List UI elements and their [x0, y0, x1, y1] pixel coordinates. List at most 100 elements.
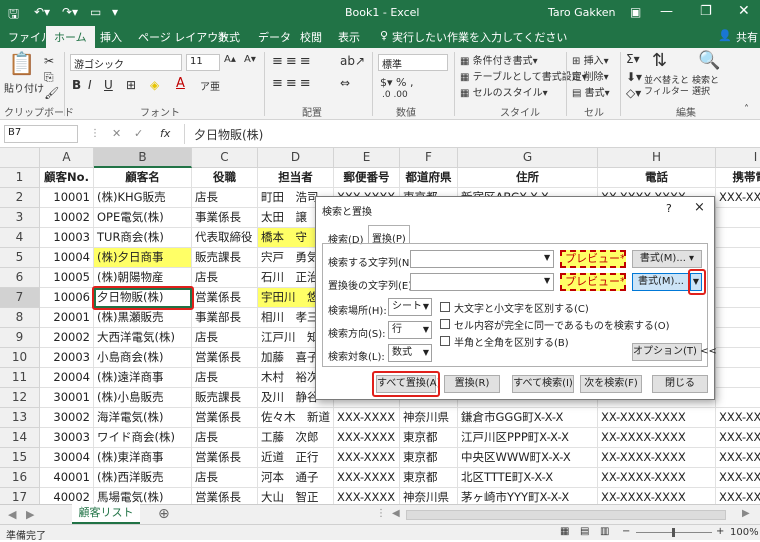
cell-styles-button[interactable]: ▦ セルのスタイル▾	[460, 84, 548, 99]
match-entire-checkbox[interactable]	[440, 319, 450, 329]
table-header-cell[interactable]: 顧客No.	[40, 168, 94, 188]
match-case-checkbox[interactable]	[440, 302, 450, 312]
ribbon-display-icon[interactable]: ▣	[630, 5, 641, 19]
table-cell[interactable]: (株)KHG販売	[94, 188, 192, 208]
replace-with-input[interactable]	[410, 273, 554, 291]
row-header[interactable]: 11	[0, 368, 40, 388]
table-cell[interactable]: XX-XXXX-XXXX	[598, 448, 716, 468]
table-cell[interactable]	[716, 328, 760, 348]
match-entire-label[interactable]: セル内容が完全に同一であるものを検索する(O)	[454, 317, 670, 332]
column-header[interactable]: F	[400, 148, 458, 168]
table-cell[interactable]: XXX-XXXX-XXXX	[716, 428, 760, 448]
save-icon[interactable]: 🖫	[8, 5, 19, 27]
underline-icon[interactable]: U	[104, 78, 113, 92]
look-in-select[interactable]: 数式 ▼	[388, 344, 432, 362]
number-format-combo[interactable]: 標準	[378, 54, 448, 71]
collapse-ribbon-icon[interactable]: ˄	[744, 104, 749, 115]
table-cell[interactable]: OPE電気(株)	[94, 208, 192, 228]
paste-icon[interactable]: 📋	[8, 52, 35, 77]
font-name-combo[interactable]: 游ゴシック	[70, 54, 182, 71]
table-cell[interactable]: 10003	[40, 228, 94, 248]
match-case-label[interactable]: 大文字と小文字を区別する(C)	[454, 300, 589, 315]
zoom-slider-thumb[interactable]	[672, 528, 675, 537]
find-what-input[interactable]	[410, 250, 554, 268]
table-cell[interactable]: 店長	[192, 428, 258, 448]
table-cell[interactable]: 店長	[192, 268, 258, 288]
table-cell[interactable]: (株)小島販売	[94, 388, 192, 408]
tab-home[interactable]: ホーム	[46, 26, 95, 48]
table-cell[interactable]: 大山 智正	[258, 488, 334, 504]
find-history-dropdown-icon[interactable]: ▼	[544, 253, 550, 262]
table-cell[interactable]: XXX-XXXX-XXXX	[716, 188, 760, 208]
search-direction-select[interactable]: 行 ▼	[388, 321, 432, 339]
table-cell[interactable]: XXX-XXXX-XXXX	[716, 448, 760, 468]
format-painter-icon[interactable]: 🖌	[44, 86, 59, 100]
share-icon[interactable]: 👤	[718, 29, 732, 42]
table-cell[interactable]	[716, 288, 760, 308]
options-button[interactable]: オプション(T) <<	[632, 343, 717, 361]
replace-format-button[interactable]: 書式(M)...	[632, 273, 690, 291]
row-header[interactable]: 16	[0, 468, 40, 488]
table-header-cell[interactable]: 住所	[458, 168, 598, 188]
column-header[interactable]: D	[258, 148, 334, 168]
table-cell[interactable]: 営業係長	[192, 348, 258, 368]
row-header[interactable]: 17	[0, 488, 40, 504]
table-header-cell[interactable]: 顧客名	[94, 168, 192, 188]
table-cell[interactable]: 鎌倉市GGG町X-X-X	[458, 408, 598, 428]
table-cell[interactable]: 東京都	[400, 448, 458, 468]
row-header[interactable]: 7	[0, 288, 40, 308]
table-cell[interactable]: 北区TTTE町X-X-X	[458, 468, 598, 488]
table-header-cell[interactable]: 担当者	[258, 168, 334, 188]
table-cell[interactable]: 10001	[40, 188, 94, 208]
row-header[interactable]: 14	[0, 428, 40, 448]
column-header[interactable]: E	[334, 148, 400, 168]
table-cell[interactable]: 営業係長	[192, 488, 258, 504]
table-cell[interactable]: XX-XXXX-XXXX	[598, 488, 716, 504]
find-format-button[interactable]: 書式(M)... ▾	[632, 250, 702, 268]
table-cell[interactable]: 20002	[40, 328, 94, 348]
maximize-icon[interactable]: ❐	[700, 4, 712, 19]
table-cell[interactable]: (株)黒瀬販売	[94, 308, 192, 328]
font-size-combo[interactable]: 11	[186, 54, 220, 71]
row-header[interactable]: 8	[0, 308, 40, 328]
table-cell[interactable]: 河本 通子	[258, 468, 334, 488]
table-cell[interactable]	[716, 368, 760, 388]
table-cell[interactable]: 販売課長	[192, 248, 258, 268]
replace-history-dropdown-icon[interactable]: ▼	[544, 276, 550, 285]
table-cell[interactable]: 大西洋電気(株)	[94, 328, 192, 348]
format-as-table-button[interactable]: ▦ テーブルとして書式設定▾	[460, 68, 587, 83]
table-cell[interactable]: 20003	[40, 348, 94, 368]
row-header[interactable]: 4	[0, 228, 40, 248]
table-cell[interactable]: 10006	[40, 288, 94, 308]
row-header[interactable]: 2	[0, 188, 40, 208]
align-left-icon[interactable]: ≡≡≡	[272, 76, 314, 91]
tell-me-box[interactable]: 実行したい作業を入力してください	[392, 29, 567, 45]
column-header[interactable]: B	[94, 148, 192, 168]
match-width-label[interactable]: 半角と全角を区別する(B)	[454, 334, 569, 349]
table-cell[interactable]	[716, 228, 760, 248]
table-cell[interactable]: 30002	[40, 408, 94, 428]
sort-filter-icon[interactable]: ⇅	[652, 50, 667, 71]
align-top-icon[interactable]: ≡≡≡	[272, 54, 314, 69]
table-cell[interactable]: 店長	[192, 188, 258, 208]
table-cell[interactable]: 店長	[192, 328, 258, 348]
hscroll-right-icon[interactable]: ▶	[742, 508, 750, 519]
close-dialog-button[interactable]: 閉じる	[652, 375, 708, 393]
row-header[interactable]: 15	[0, 448, 40, 468]
tab-insert[interactable]: 挿入	[100, 29, 122, 45]
table-cell[interactable]: 40001	[40, 468, 94, 488]
table-cell[interactable]: (株)朝陽物産	[94, 268, 192, 288]
close-window-icon[interactable]: ✕	[738, 3, 750, 19]
table-cell[interactable]: 30003	[40, 428, 94, 448]
row-header[interactable]: 1	[0, 168, 40, 188]
table-cell[interactable]: XXX-XXXX	[334, 408, 400, 428]
table-cell[interactable]: 小島商会(株)	[94, 348, 192, 368]
enter-icon[interactable]: ✓	[134, 127, 143, 140]
within-select[interactable]: シート ▼	[388, 298, 432, 316]
table-cell[interactable]: 中央区WWW町X-X-X	[458, 448, 598, 468]
split-handle-icon[interactable]: ⋮	[376, 508, 386, 519]
fill-color-icon[interactable]: ◈	[150, 78, 159, 92]
table-cell[interactable]: XX-XXXX-XXXX	[598, 468, 716, 488]
table-cell[interactable]: 10002	[40, 208, 94, 228]
column-header[interactable]: H	[598, 148, 716, 168]
